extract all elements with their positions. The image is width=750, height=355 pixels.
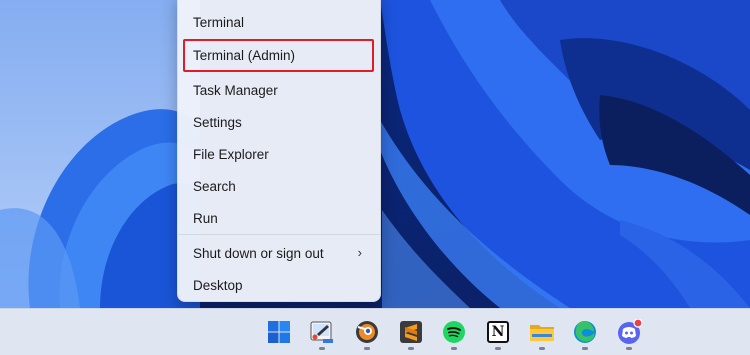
running-indicator (626, 347, 632, 350)
menu-item-label: Settings (193, 114, 242, 130)
menu-item-label: Terminal (Admin) (193, 47, 296, 63)
menu-item-terminal-admin[interactable]: Terminal (Admin) (182, 40, 376, 70)
spotify-icon[interactable] (439, 317, 469, 347)
menu-item-label: Terminal (193, 14, 245, 30)
menu-item-label: Task Manager (193, 82, 278, 98)
running-indicator (408, 347, 414, 350)
menu-item-label: File Explorer (193, 146, 269, 162)
menu-item-shut-down-or-sign-out[interactable]: Shut down or sign out › (182, 238, 376, 268)
menu-item-file-explorer[interactable]: File Explorer (182, 139, 376, 169)
file-explorer-icon[interactable] (527, 317, 557, 347)
running-indicator (495, 347, 501, 350)
discord-icon[interactable] (614, 317, 644, 347)
menu-item-search[interactable]: Search (182, 171, 376, 201)
taskbar: N (0, 308, 750, 355)
menu-item-settings[interactable]: Settings (182, 107, 376, 137)
running-indicator (319, 347, 325, 350)
paint-app-icon[interactable] (307, 317, 337, 347)
menu-item-label: Shut down or sign out (193, 245, 324, 261)
menu-item-terminal[interactable]: Terminal (182, 7, 376, 37)
notion-icon[interactable]: N (483, 317, 513, 347)
menu-item-task-manager[interactable]: Task Manager (182, 75, 376, 105)
chevron-right-icon: › (357, 245, 362, 260)
menu-item-desktop[interactable]: Desktop (182, 270, 376, 300)
quick-link-menu: Terminal Terminal (Admin) Task Manager S… (177, 0, 381, 302)
running-indicator (364, 347, 370, 350)
edge-browser-icon[interactable] (570, 317, 600, 347)
menu-item-label: Search (193, 178, 236, 194)
running-indicator (539, 347, 545, 350)
windows-start-icon[interactable] (264, 317, 294, 347)
menu-separator (178, 234, 380, 235)
sublime-text-icon[interactable] (396, 317, 426, 347)
menu-item-label: Desktop (193, 277, 243, 293)
blender-app-icon[interactable] (352, 317, 382, 347)
running-indicator (582, 347, 588, 350)
running-indicator (451, 347, 457, 350)
menu-item-run[interactable]: Run (182, 203, 376, 233)
menu-item-label: Run (193, 210, 218, 226)
notion-glyph: N (487, 321, 509, 343)
notification-badge (633, 319, 642, 328)
